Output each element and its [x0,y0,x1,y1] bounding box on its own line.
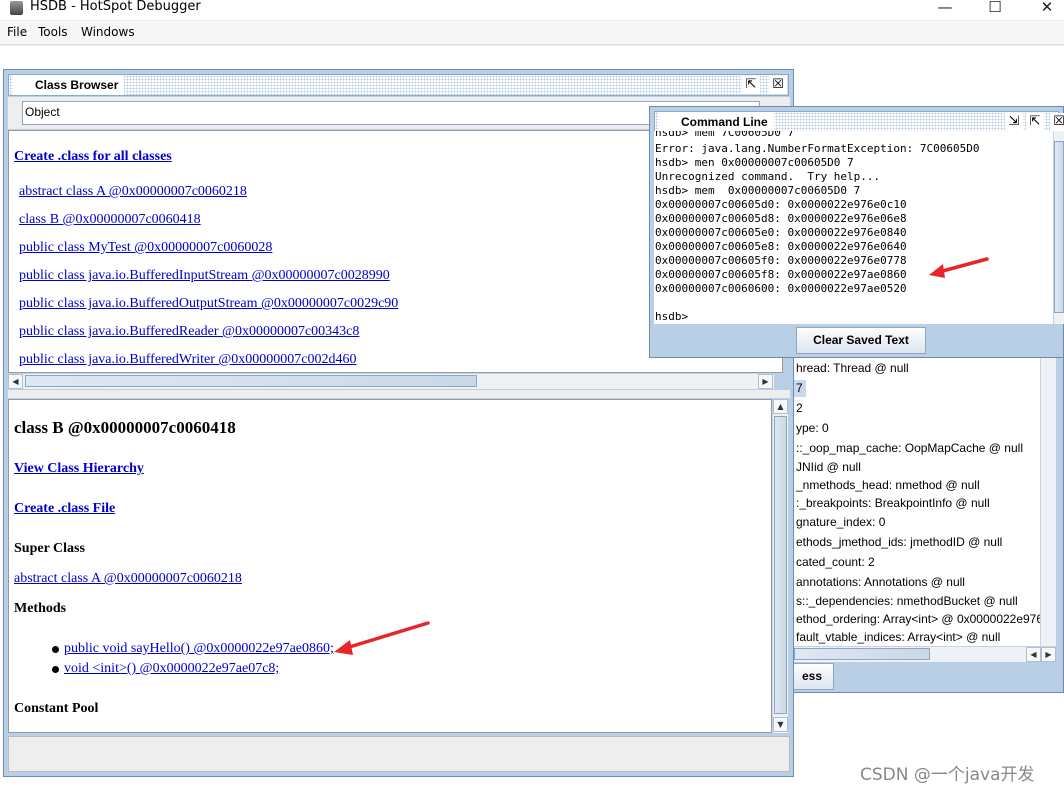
output-line: 0x00000007c00605d0: 0x0000022e976e0c10 [655,198,907,211]
close-window-button[interactable]: ✕ [1024,0,1064,16]
scroll-left-arrow-icon[interactable]: ◀ [1026,647,1041,662]
class-browser-title: Class Browser [13,75,125,95]
method-link-sayhello[interactable]: public void sayHello() @0x0000022e97ae08… [64,641,334,657]
menu-bar: File Tools Windows [0,21,1064,45]
command-output-vscroll-thumb[interactable] [1054,141,1064,313]
inspector-line: ethods_jmethod_ids: jmethodID @ null [796,535,1003,549]
command-line-titlebar: Command Line ⇲ ⇱ ☒ [654,111,1064,133]
inspector-line: 7 [796,381,803,395]
class-browser-footer [8,736,790,772]
inspector-line: :_breakpoints: BreakpointInfo @ null [796,496,990,510]
create-all-classes-link[interactable]: Create .class for all classes [14,149,172,165]
inspector-line: annotations: Annotations @ null [796,575,965,589]
class-details-vscroll[interactable]: ▲ ▼ [772,399,788,733]
iconify-icon[interactable]: ⇲ [1005,113,1023,131]
super-class-link[interactable]: abstract class A @0x00000007c0060218 [14,571,242,587]
command-output-vscroll[interactable] [1053,131,1064,324]
class-link[interactable]: class B @0x00000007c0060418 [19,212,201,228]
inspector-line: 2 [796,401,803,415]
output-line: hsdb> men 0x00000007c00605D0 7 [655,156,854,169]
output-line: 0x00000007c00605f0: 0x0000022e976e0778 [655,254,907,267]
class-list-hscroll[interactable]: ◀ ▶ [8,373,774,389]
bullet-icon [52,666,59,673]
class-link[interactable]: public class java.io.BufferedInputStream… [19,268,390,284]
class-details-vscroll-thumb[interactable] [774,416,787,714]
output-line: hsdb> mem 7C00605D0 7 [655,131,795,139]
output-line: 0x00000007c00605f8: 0x0000022e97ae0860 [655,268,907,281]
inspector-line: ype: 0 [796,421,829,435]
inspector-line: hread: Thread @ null [796,361,909,375]
output-line: hsdb> mem 0x00000007c00605D0 7 [655,184,861,197]
command-output[interactable]: hsdb> mem 7C00605D0 7 Error: java.lang.N… [654,131,1054,324]
create-class-file-link[interactable]: Create .class File [14,501,115,517]
menu-windows[interactable]: Windows [81,25,135,39]
output-line: 0x00000007c00605e8: 0x0000022e976e0640 [655,240,907,253]
output-line: Error: java.lang.NumberFormatException: … [655,142,980,155]
class-link[interactable]: public class java.io.BufferedReader @0x0… [19,324,359,340]
class-link[interactable]: abstract class A @0x00000007c0060218 [19,184,247,200]
menu-file[interactable]: File [7,25,27,39]
method-link-init[interactable]: void <init>() @0x0000022e97ae07c8; [64,661,279,677]
inspector-compute-button[interactable]: ess [790,663,834,690]
inspector-line: _nmethods_head: nmethod @ null [796,478,980,492]
bullet-icon [52,646,59,653]
inspector-line: ::_oop_map_cache: OopMapCache @ null [796,441,1023,455]
output-line: 0x00000007c00605d8: 0x0000022e976e06e8 [655,212,907,225]
split-divider[interactable] [8,390,790,398]
scroll-left-arrow-icon[interactable]: ◀ [8,374,23,389]
inspector-line: JNIid @ null [796,460,861,474]
class-heading: class B @0x00000007c0060418 [14,418,236,437]
class-link[interactable]: public class java.io.BufferedOutputStrea… [19,296,398,312]
annotation-arrow-command [929,257,989,278]
scroll-down-arrow-icon[interactable]: ▼ [773,717,788,732]
super-class-label: Super Class [14,541,85,556]
scroll-right-arrow-icon[interactable]: ▶ [1041,647,1056,662]
window-titlebar: HSDB - HotSpot Debugger — ☐ ✕ [0,0,1064,20]
inspector-line: ethod_ordering: Array<int> @ 0x0000022e9… [796,612,1044,626]
clear-saved-text-button[interactable]: Clear Saved Text [796,327,926,354]
inspector-line: fault_vtable_indices: Array<int> @ null [796,630,1001,644]
class-link[interactable]: public class java.io.BufferedWriter @0x0… [19,352,357,368]
command-prompt[interactable]: hsdb> [655,310,688,324]
scroll-right-arrow-icon[interactable]: ▶ [758,374,773,389]
inspector-line: s::_dependencies: nmethodBucket @ null [796,594,1018,608]
output-line: Unrecognized command. Try help... [655,170,881,183]
output-line: 0x00000007c0060600: 0x0000022e97ae0520 [655,282,907,295]
class-browser-titlebar: Class Browser ⇱ ☒ [8,74,789,96]
close-icon[interactable]: ☒ [1050,113,1064,131]
command-line-title: Command Line [659,112,774,132]
scroll-up-arrow-icon[interactable]: ▲ [773,399,788,414]
methods-label: Methods [14,601,67,616]
close-icon[interactable]: ☒ [769,76,787,94]
maximize-icon[interactable]: ⇱ [1026,113,1044,131]
maximize-button[interactable]: ☐ [972,0,1018,16]
minimize-button[interactable]: — [922,0,968,16]
inspector-hscroll-thumb[interactable] [794,648,930,660]
inspector-line: gnature_index: 0 [796,515,886,529]
class-details-panel: class B @0x00000007c0060418 View Class H… [8,399,772,733]
watermark-text: CSDN @一个java开发 [860,765,1035,785]
constant-pool-label: Constant Pool [14,701,99,716]
menu-tools[interactable]: Tools [38,25,68,39]
inspector-vscroll[interactable] [1040,356,1056,648]
inspector-hscroll[interactable]: ◀ ▶ [792,646,1056,662]
output-line: 0x00000007c00605e0: 0x0000022e976e0840 [655,226,907,239]
annotation-arrow-method [334,621,430,655]
inspector-line: cated_count: 2 [796,555,875,569]
class-list-hscroll-thumb[interactable] [25,375,477,387]
class-link[interactable]: public class MyTest @0x00000007c0060028 [19,240,272,256]
hsdb-app-icon [10,1,23,15]
restore-icon[interactable]: ⇱ [742,76,760,94]
window-title: HSDB - HotSpot Debugger [30,0,201,14]
view-class-hierarchy-link[interactable]: View Class Hierarchy [14,461,144,477]
